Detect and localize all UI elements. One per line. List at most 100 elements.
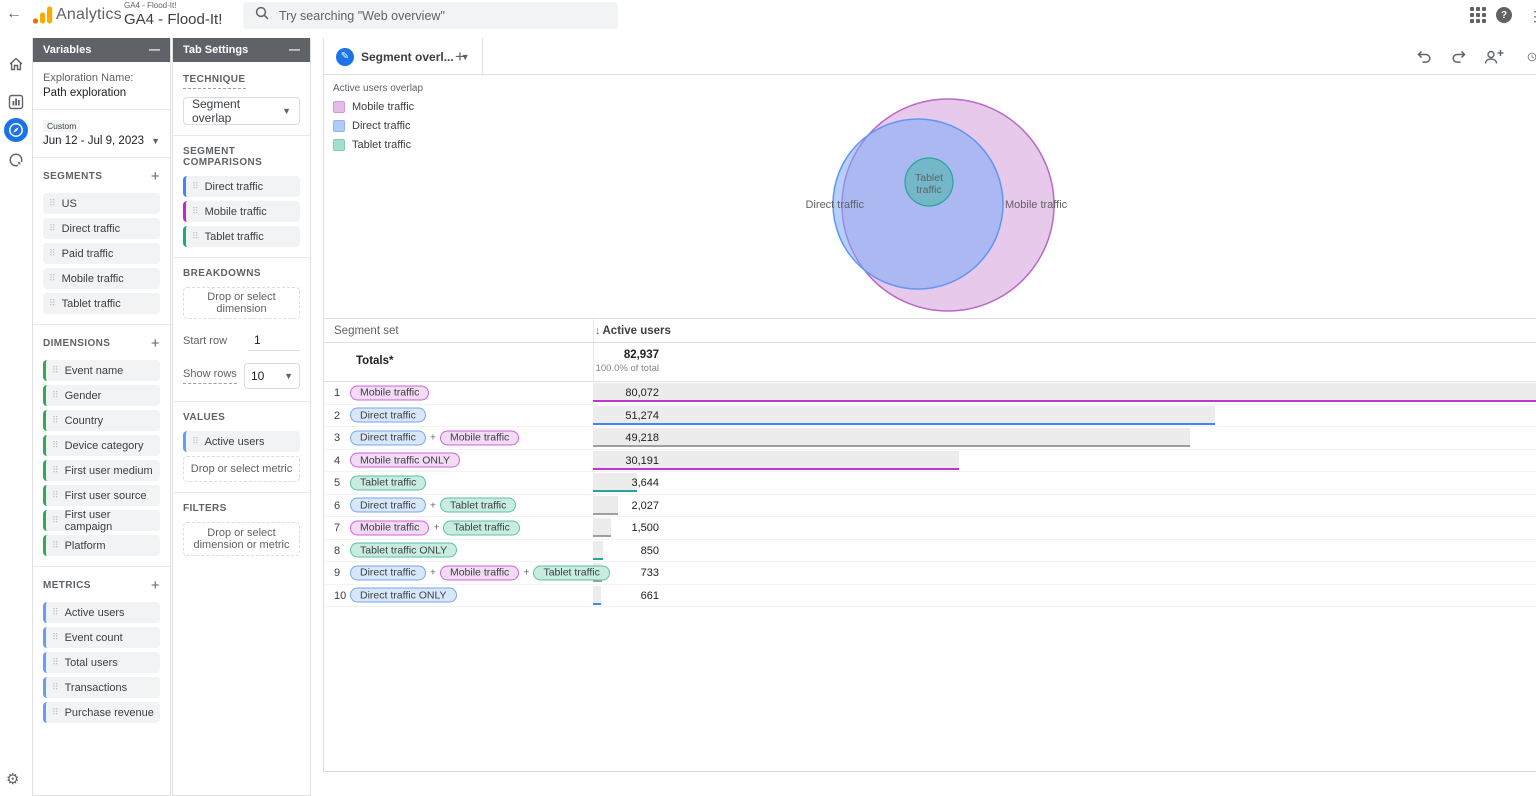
row-index: 6 [334, 495, 350, 517]
segment-chip-tablet[interactable]: Tablet traffic [440, 498, 516, 513]
table-row[interactable]: 1Mobile traffic80,072 [324, 382, 1536, 405]
venn-diagram[interactable]: Direct traffic Mobile traffic Tablettraf… [324, 75, 1536, 318]
table-row[interactable]: 4Mobile traffic ONLY30,191 [324, 450, 1536, 473]
segment-comparison-item[interactable]: ⠿Direct traffic [183, 176, 300, 197]
segment-chip-direct[interactable]: Direct traffic [350, 565, 426, 580]
property-selector[interactable]: GA4 - Flood-It! GA4 - Flood-It! [124, 2, 222, 27]
metric-item-purchase-revenue[interactable]: ⠿Purchase revenue [43, 702, 160, 723]
table-row[interactable]: 3Direct traffic+Mobile traffic49,218 [324, 427, 1536, 450]
help-icon[interactable]: ? [1496, 7, 1512, 23]
more-options-icon[interactable]: ⋮ [1528, 8, 1536, 25]
table-header-row: Segment set ↓Active users [324, 318, 1536, 343]
tab-settings-panel: Tab Settings — TECHNIQUE Segment overlap… [172, 38, 311, 796]
minimize-tab-settings-button[interactable]: — [289, 44, 300, 56]
segment-item-paid-traffic[interactable]: ⠿Paid traffic [43, 243, 160, 264]
segment-comparison-item[interactable]: ⠿ Tablet traffic [183, 226, 300, 247]
show-rows-label: Show rows [183, 368, 237, 384]
dimension-item-gender[interactable]: ⠿Gender [43, 385, 160, 406]
segment-chip-tablet[interactable]: Tablet traffic [350, 475, 426, 490]
metric-item-transactions[interactable]: ⠿Transactions [43, 677, 160, 698]
metric-item-label: Event count [65, 632, 123, 644]
table-row[interactable]: 2Direct traffic51,274 [324, 405, 1536, 428]
segment-comparison-item[interactable]: ⠿Mobile traffic [183, 201, 300, 222]
segment-chip-direct[interactable]: Direct traffic ONLY [350, 588, 457, 603]
segment-comparison-item-label: Tablet traffic [205, 231, 264, 243]
drag-handle-icon: ⠿ [192, 232, 199, 242]
value-bar [593, 406, 1215, 425]
variables-panel: Variables — Exploration Name: Path explo… [32, 38, 171, 796]
dimension-item-first-user-campaign[interactable]: ⠿First user campaign [43, 510, 160, 531]
segment-item-label: US [62, 198, 77, 210]
search-bar[interactable]: Try searching "Web overview" [243, 2, 618, 29]
segment-chip-group: Mobile traffic [350, 385, 429, 400]
breakdowns-dropzone[interactable]: Drop or select dimension [183, 287, 300, 319]
metric-item-total-users[interactable]: ⠿Total users [43, 652, 160, 673]
drag-handle-icon: ⠿ [52, 658, 59, 668]
reports-icon[interactable] [4, 90, 28, 114]
insights-icon[interactable] [1527, 47, 1536, 67]
segment-item-us[interactable]: ⠿US [43, 193, 160, 214]
segment-chip-mobile[interactable]: Mobile traffic [350, 520, 429, 535]
add-people-icon[interactable] [1482, 47, 1506, 67]
chevron-down-icon: ▼ [151, 136, 160, 146]
minimize-variables-button[interactable]: — [149, 44, 160, 56]
active-users-value: 30,191 [593, 450, 659, 472]
exploration-name-value[interactable]: Path exploration [43, 87, 160, 99]
dimension-item-platform[interactable]: ⠿Platform [43, 535, 160, 556]
add-metric-button[interactable]: + [151, 577, 160, 594]
values-dropzone[interactable]: Drop or select metric [183, 456, 300, 482]
dimension-item-first-user-medium[interactable]: ⠿First user medium [43, 460, 160, 481]
undo-icon[interactable] [1414, 47, 1434, 67]
table-row[interactable]: 7Mobile traffic+Tablet traffic1,500 [324, 517, 1536, 540]
segment-chip-mobile[interactable]: Mobile traffic [440, 565, 519, 580]
show-rows-value: 10 [251, 369, 264, 383]
redo-icon[interactable] [1449, 47, 1469, 67]
metric-item-event-count[interactable]: ⠿ Event count [43, 627, 160, 648]
segment-item-direct-traffic[interactable]: ⠿Direct traffic [43, 218, 160, 239]
drag-handle-icon: ⠿ [52, 633, 59, 643]
segment-chip-direct[interactable]: Direct traffic [350, 498, 426, 513]
segment-chip-direct[interactable]: Direct traffic [350, 430, 426, 445]
table-row[interactable]: 6Direct traffic+Tablet traffic2,027 [324, 495, 1536, 518]
segment-chip-direct[interactable]: Direct traffic [350, 408, 426, 423]
column-header-segment-set[interactable]: Segment set [334, 319, 399, 343]
dimension-item-first-user-source[interactable]: ⠿First user source [43, 485, 160, 506]
add-dimension-button[interactable]: + [151, 335, 160, 352]
dimension-item-event-name[interactable]: ⠿Event name [43, 360, 160, 381]
table-row[interactable]: 5Tablet traffic3,644 [324, 472, 1536, 495]
show-rows-select[interactable]: 10 ▼ [244, 363, 300, 389]
active-users-value: 49,218 [593, 427, 659, 449]
advertising-icon[interactable] [4, 148, 28, 172]
drag-handle-icon: ⠿ [49, 224, 56, 234]
filters-dropzone[interactable]: Drop or select dimension or metric [183, 522, 300, 556]
settings-gear-icon[interactable]: ⚙ [6, 770, 19, 788]
segment-chip-mobile[interactable]: Mobile traffic [350, 385, 429, 400]
value-bar [593, 428, 1190, 447]
table-row[interactable]: 9Direct traffic+Mobile traffic+Tablet tr… [324, 562, 1536, 585]
dimension-item-country[interactable]: ⠿Country [43, 410, 160, 431]
start-row-input[interactable]: 1 [248, 331, 300, 351]
segment-chip-tablet[interactable]: Tablet traffic [443, 520, 519, 535]
home-icon[interactable] [4, 52, 28, 76]
technique-select[interactable]: Segment overlap ▼ [183, 97, 300, 125]
add-segment-button[interactable]: + [151, 168, 160, 185]
segment-chip-mobile[interactable]: Mobile traffic ONLY [350, 453, 460, 468]
active-users-value: 850 [593, 540, 659, 562]
date-range-picker[interactable]: Jun 12 - Jul 9, 2023 ▼ [43, 135, 160, 147]
table-row[interactable]: 8Tablet traffic ONLY850 [324, 540, 1536, 563]
segment-item-mobile-traffic[interactable]: ⠿Mobile traffic [43, 268, 160, 289]
add-tab-button[interactable]: + [438, 38, 482, 75]
metrics-section-header: METRICS + [43, 577, 160, 594]
apps-grid-icon[interactable] [1470, 7, 1486, 23]
segment-chip-mobile[interactable]: Mobile traffic [440, 430, 519, 445]
values-item[interactable]: ⠿Active users [183, 431, 300, 452]
back-arrow-icon[interactable]: ← [6, 5, 22, 23]
column-header-active-users[interactable]: ↓Active users [595, 319, 671, 343]
metric-item-active-users[interactable]: ⠿Active users [43, 602, 160, 623]
segment-item-tablet-traffic[interactable]: ⠿Tablet traffic [43, 293, 160, 314]
variables-title: Variables [43, 44, 91, 56]
explore-icon[interactable] [4, 118, 28, 142]
dimension-item-device-category[interactable]: ⠿Device category [43, 435, 160, 456]
table-row[interactable]: 10Direct traffic ONLY661 [324, 585, 1536, 608]
segment-chip-tablet[interactable]: Tablet traffic ONLY [350, 543, 457, 558]
